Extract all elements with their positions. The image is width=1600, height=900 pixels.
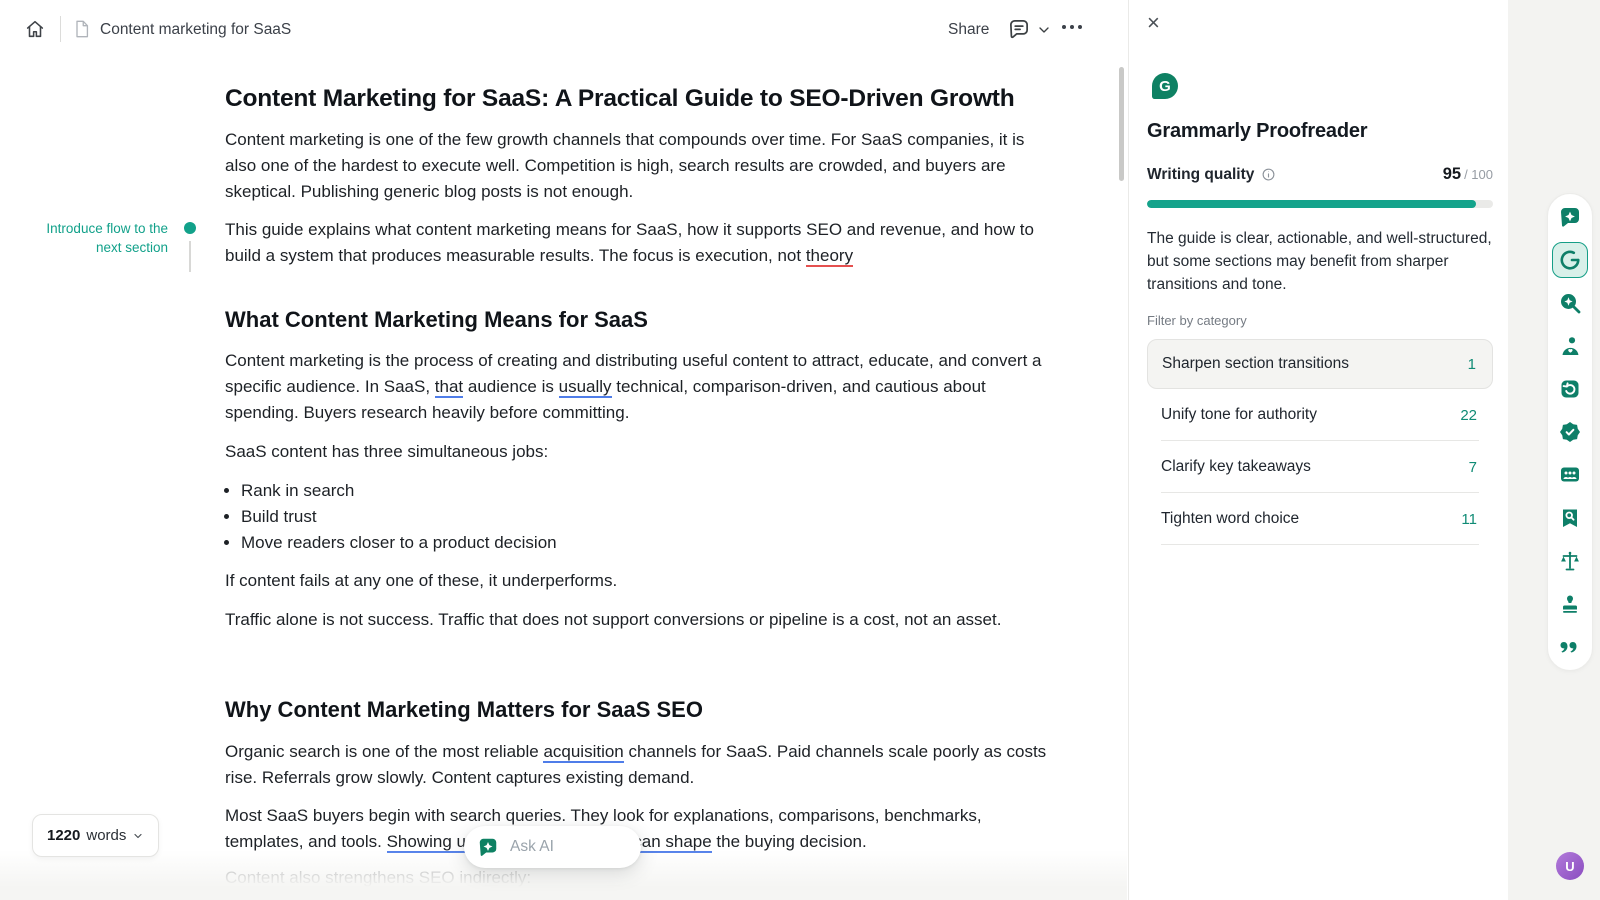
ask-ai-placeholder: Ask AI [510, 838, 554, 856]
user-avatar[interactable]: U [1556, 852, 1584, 880]
tone-person-icon[interactable] [1558, 334, 1582, 358]
more-options-icon[interactable] [1062, 25, 1082, 29]
margin-comment[interactable]: Introduce flow to the next section [36, 219, 168, 257]
share-button[interactable]: Share [948, 21, 989, 39]
header-divider [60, 16, 61, 42]
doc-paragraph: Organic search is one of the most reliab… [225, 739, 1055, 791]
fairness-scales-icon[interactable] [1558, 549, 1582, 573]
ask-ai-bubble-icon [477, 836, 499, 858]
suggestion-underline[interactable]: usually [559, 377, 612, 398]
doc-paragraph: This guide explains what content marketi… [225, 217, 1055, 269]
spelling-issue-underline[interactable]: theory [806, 246, 853, 267]
writing-quality-progress-fill [1147, 200, 1476, 208]
category-clarify-takeaways[interactable]: Clarify key takeaways 7 [1147, 441, 1493, 493]
writing-quality-progressbar [1147, 200, 1493, 208]
category-list: Sharpen section transitions 1 Unify tone… [1147, 339, 1493, 545]
comment-thread-line [189, 241, 191, 272]
comment-dot[interactable] [184, 222, 196, 234]
category-count: 11 [1461, 511, 1477, 528]
avatar-initial: U [1565, 859, 1574, 874]
paraphrase-icon[interactable] [1558, 377, 1582, 401]
doc-paragraph: Content marketing is the process of crea… [225, 348, 1055, 426]
doc-bullet-list: Rank in search Build trust Move readers … [225, 478, 1025, 556]
suggestion-underline[interactable]: acquisition [543, 742, 623, 763]
doc-paragraph: Traffic alone is not success. Traffic th… [225, 607, 1055, 633]
category-label: Clarify key takeaways [1161, 458, 1311, 476]
chevron-down-icon [132, 830, 144, 842]
word-count-dropdown[interactable]: 1220 words [32, 814, 159, 857]
logo-letter: G [1159, 78, 1171, 95]
plagiarism-book-icon[interactable] [1558, 506, 1582, 530]
doc-paragraph: If content fails at any one of these, it… [225, 568, 1055, 594]
comments-icon[interactable] [1006, 16, 1032, 42]
doc-heading-2: Why Content Marketing Matters for SaaS S… [225, 696, 703, 724]
info-icon[interactable] [1261, 167, 1276, 182]
grammarly-logo: G [1152, 73, 1178, 99]
tool-rail [1547, 193, 1593, 671]
category-label: Unify tone for authority [1161, 406, 1317, 424]
category-tighten-word-choice[interactable]: Tighten word choice 11 [1147, 493, 1493, 545]
sidebar-title: Grammarly Proofreader [1147, 120, 1367, 143]
document-title-breadcrumb[interactable]: Content marketing for SaaS [100, 21, 291, 39]
writing-quality-label: Writing quality [1147, 166, 1254, 184]
filter-by-category-label: Filter by category [1147, 313, 1247, 328]
doc-bullet-item: Rank in search [241, 478, 1025, 504]
home-icon[interactable] [24, 18, 46, 40]
suggestion-underline[interactable]: that [435, 377, 463, 398]
category-sharpen-section-transitions[interactable]: Sharpen section transitions 1 [1147, 339, 1493, 389]
verified-badge-icon[interactable] [1558, 420, 1582, 444]
citations-quotes-icon[interactable] [1558, 635, 1582, 659]
comments-chevron-down-icon[interactable] [1036, 22, 1052, 38]
document-scrollbar[interactable] [1119, 67, 1124, 181]
doc-paragraph-faded: Content also strengthens SEO indirectly: [225, 865, 1055, 891]
doc-paragraph: SaaS content has three simultaneous jobs… [225, 439, 1055, 465]
search-sparkle-icon[interactable] [1558, 291, 1582, 315]
writing-quality-max: / 100 [1464, 167, 1493, 182]
category-label: Sharpen section transitions [1162, 355, 1349, 373]
doc-bullet-item: Move readers closer to a product decisio… [241, 530, 1025, 556]
category-count: 1 [1468, 356, 1476, 373]
category-count: 22 [1460, 407, 1477, 424]
category-label: Tighten word choice [1161, 510, 1299, 528]
quality-summary: The guide is clear, actionable, and well… [1147, 227, 1503, 296]
ask-ai-input[interactable]: Ask AI [464, 826, 641, 868]
doc-text: Organic search is one of the most reliab… [225, 742, 543, 761]
document-area: Content marketing for SaaS Share Introdu… [0, 0, 1127, 900]
separator [1161, 544, 1479, 545]
stamp-icon[interactable] [1558, 592, 1582, 616]
grammarly-sidebar: × G Grammarly Proofreader Writing qualit… [1128, 0, 1508, 900]
category-count: 7 [1469, 459, 1477, 476]
doc-bullet-item: Build trust [241, 504, 1025, 530]
doc-text: This guide explains what content marketi… [225, 220, 1034, 265]
audience-icon[interactable] [1558, 463, 1582, 487]
doc-paragraph: Content marketing is one of the few grow… [225, 127, 1055, 205]
category-unify-tone[interactable]: Unify tone for authority 22 [1147, 389, 1493, 441]
doc-text: audience is [463, 377, 558, 396]
doc-heading-2: What Content Marketing Means for SaaS [225, 306, 648, 334]
ask-ai-icon[interactable] [1558, 205, 1582, 229]
doc-heading-1: Content Marketing for SaaS: A Practical … [225, 84, 1015, 114]
document-icon [72, 18, 92, 40]
doc-text: the buying decision. [712, 832, 867, 851]
writing-quality-score: 95 [1443, 165, 1461, 184]
right-strip: U [1508, 0, 1600, 900]
close-icon[interactable]: × [1147, 12, 1160, 34]
grammarly-icon[interactable] [1552, 242, 1588, 278]
word-count-unit: words [86, 827, 126, 844]
word-count-value: 1220 [47, 827, 80, 844]
